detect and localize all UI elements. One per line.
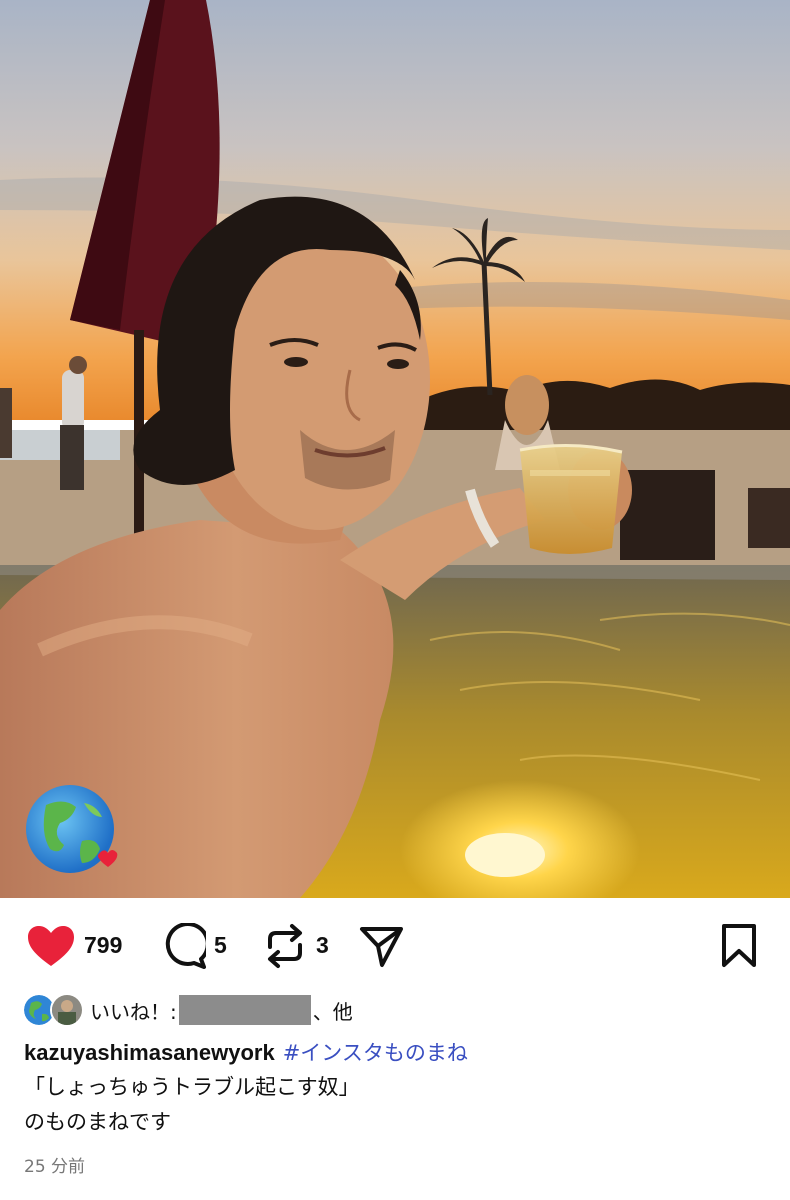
post-photo[interactable] (0, 0, 790, 898)
hashtag-link[interactable]: #インスタものまね (283, 1041, 468, 1065)
earth-globe-icon (24, 783, 120, 879)
liked-by-suffix: 、他 (312, 999, 353, 1024)
sunset-pool-scene (0, 0, 790, 898)
redacted-username (178, 995, 311, 1025)
caption-line-2: のものまねです (24, 1110, 171, 1134)
post-timestamp: 25 分前 (24, 1157, 86, 1177)
share-button[interactable] (358, 898, 404, 993)
post-username[interactable]: kazuyashimasanewyork (24, 1040, 275, 1065)
paper-plane-icon (360, 926, 403, 967)
post-action-bar: 799 5 3 (0, 898, 790, 993)
bookmark-icon (722, 923, 756, 967)
like-count: 799 (84, 932, 123, 958)
repost-arrows-icon (268, 923, 302, 968)
liked-by-row[interactable]: いいね！: 、他 (22, 990, 353, 1030)
caption-line-1: 「しょっちゅうトラブル起こす奴」 (24, 1075, 360, 1099)
avatar (50, 993, 84, 1027)
post-caption: kazuyashimasanewyork #インスタものまね 「しょっちゅうトラブ… (24, 1036, 774, 1140)
repost-button[interactable]: 3 (262, 898, 329, 993)
speech-bubble-icon (165, 922, 206, 969)
heart-filled-icon (28, 925, 74, 966)
save-button[interactable] (720, 898, 758, 993)
repost-count: 3 (316, 932, 329, 958)
liked-by-prefix: いいね！: (90, 999, 177, 1024)
comment-count: 5 (214, 932, 227, 958)
comment-button[interactable]: 5 (160, 898, 227, 993)
like-button[interactable]: 799 (26, 898, 122, 993)
liked-by-text: いいね！: 、他 (90, 995, 353, 1025)
